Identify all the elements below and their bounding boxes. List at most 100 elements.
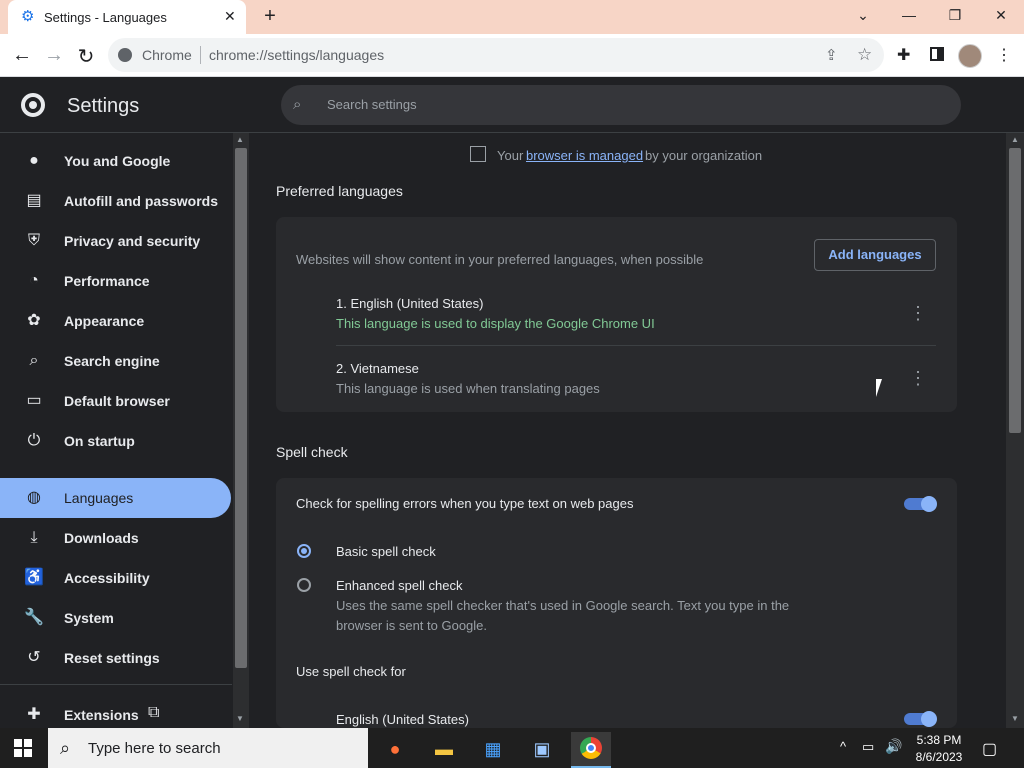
accessibility-icon: ♿	[24, 569, 44, 586]
wrench-icon: 🔧	[24, 609, 44, 626]
enhanced-spell-check-label: Enhanced spell check	[336, 578, 463, 593]
basic-spell-check-label: Basic spell check	[336, 544, 436, 559]
tab-close-icon[interactable]: ✕	[224, 8, 236, 25]
preferred-languages-description: Websites will show content in your prefe…	[296, 252, 704, 267]
language-note: This language is used when translating p…	[336, 381, 600, 396]
sidebar-item-label: Privacy and security	[64, 233, 201, 249]
add-languages-button[interactable]: Add languages	[814, 239, 936, 271]
mouse-cursor-icon	[876, 379, 888, 397]
person-icon: ●	[29, 152, 39, 169]
puzzle-icon: ✚	[27, 706, 41, 723]
bookmark-star-icon[interactable]: ☆	[857, 45, 872, 65]
browser-icon: ▭	[26, 392, 42, 409]
reload-button[interactable]: ↻	[74, 44, 98, 68]
scroll-up-arrow-icon[interactable]: ▲	[1011, 135, 1019, 144]
sidebar-item-label: System	[64, 610, 114, 626]
browser-managed-link[interactable]: browser is managed	[526, 148, 643, 163]
spell-check-toggle-label: Check for spelling errors when you type …	[296, 496, 634, 511]
restore-button[interactable]: ❐	[943, 5, 967, 25]
sidebar-item-label: On startup	[64, 433, 135, 449]
sidebar-item-label: Extensions	[64, 707, 139, 723]
enhanced-spell-check-description: Uses the same spell checker that's used …	[336, 598, 790, 613]
building-icon	[470, 146, 486, 162]
omnibox-separator	[200, 46, 201, 64]
back-button[interactable]: ←	[10, 44, 34, 68]
sidebar-item-label: Languages	[64, 490, 134, 506]
spell-check-language-label: English (United States)	[336, 712, 469, 727]
spell-check-language-toggle[interactable]	[904, 710, 938, 728]
use-spell-check-for-title: Use spell check for	[296, 664, 406, 679]
forward-button[interactable]: →	[42, 44, 66, 68]
microsoft-store-icon[interactable]: ▦	[473, 732, 513, 766]
sidebar-scroll-thumb[interactable]	[235, 148, 247, 668]
settings-gear-icon: ⚙	[21, 8, 35, 25]
chrome-logo-icon	[21, 93, 45, 117]
network-icon[interactable]: ▭	[862, 739, 874, 755]
globe-icon: ◍	[27, 489, 41, 506]
basic-spell-check-radio[interactable]	[297, 544, 311, 558]
new-tab-button[interactable]: +	[260, 6, 280, 26]
spell-check-toggle[interactable]	[904, 495, 938, 513]
scroll-down-arrow-icon[interactable]: ▼	[1011, 714, 1019, 723]
side-panel-icon[interactable]	[930, 47, 944, 61]
language-divider	[336, 345, 936, 346]
taskbar-search-icon: ⌕	[60, 738, 71, 758]
gauge-icon: ◔	[29, 272, 39, 289]
scroll-down-arrow-icon[interactable]: ▼	[236, 714, 244, 723]
extensions-puzzle-icon[interactable]: ✚	[897, 45, 910, 65]
sidebar-item-label: Reset settings	[64, 650, 160, 666]
palette-icon: ✿	[27, 312, 41, 329]
profile-avatar[interactable]	[958, 44, 982, 68]
sidebar-item-label: Autofill and passwords	[64, 193, 219, 209]
volume-icon[interactable]: 🔊	[885, 738, 902, 755]
power-icon: ⏻	[27, 432, 41, 449]
omnibox-url[interactable]: chrome://settings/languages	[209, 47, 384, 63]
language-name: 2. Vietnamese	[336, 361, 419, 376]
tab-search-icon[interactable]: ⌄	[851, 5, 875, 25]
settings-title: Settings	[67, 95, 140, 117]
minimize-button[interactable]: —	[897, 5, 921, 25]
tab-title: Settings - Languages	[44, 10, 167, 25]
sidebar-item-label: Default browser	[64, 393, 170, 409]
search-icon: ⌕	[293, 96, 302, 113]
enhanced-spell-check-radio[interactable]	[297, 578, 311, 592]
chrome-menu-icon[interactable]: ⋮	[996, 45, 1012, 65]
reset-icon: ↺	[27, 649, 41, 666]
managed-suffix: by your organization	[645, 148, 763, 163]
chrome-taskbar-icon[interactable]	[571, 732, 611, 768]
language-name: 1. English (United States)	[336, 296, 484, 311]
search-icon: ⌕	[29, 352, 39, 369]
language-more-menu-icon[interactable]: ⋮	[908, 303, 928, 323]
firefox-icon[interactable]: ●	[375, 732, 415, 766]
sidebar-item-label: Downloads	[64, 530, 139, 546]
enhanced-spell-check-description: browser is sent to Google.	[336, 618, 488, 633]
taskbar-search-placeholder: Type here to search	[88, 740, 221, 757]
external-link-icon: ⧉	[148, 704, 160, 721]
spell-check-title: Spell check	[276, 444, 348, 460]
show-hidden-icons-icon[interactable]: ^	[840, 739, 846, 754]
preferred-languages-title: Preferred languages	[276, 183, 403, 199]
main-scroll-thumb[interactable]	[1009, 148, 1021, 433]
download-icon: ⤓	[30, 529, 38, 546]
sidebar-item-label: Accessibility	[64, 570, 150, 586]
taskbar-time[interactable]: 5:38 PM	[905, 733, 973, 747]
share-icon[interactable]: ⇪	[825, 46, 838, 64]
file-explorer-icon[interactable]: ▬	[424, 732, 464, 766]
search-placeholder: Search settings	[327, 97, 417, 112]
notifications-icon[interactable]: ▢	[982, 739, 997, 759]
chrome-site-icon	[118, 48, 132, 62]
sidebar-item-label: Appearance	[64, 313, 145, 329]
language-note: This language is used to display the Goo…	[336, 316, 655, 331]
scroll-up-arrow-icon[interactable]: ▲	[236, 135, 244, 144]
language-more-menu-icon[interactable]: ⋮	[908, 368, 928, 388]
sidebar-item-label: Performance	[64, 273, 150, 289]
shield-icon: ⛨	[27, 232, 40, 249]
taskbar-date[interactable]: 8/6/2023	[905, 750, 973, 764]
sidebar-item-label: Search engine	[64, 353, 160, 369]
remote-desktop-icon[interactable]: ▣	[522, 732, 562, 766]
windows-start-icon[interactable]	[14, 739, 32, 757]
sidebar-item-label: You and Google	[64, 153, 171, 169]
sidebar-divider	[0, 684, 232, 685]
close-window-button[interactable]: ✕	[989, 5, 1013, 25]
omnibox-chrome-label: Chrome	[142, 47, 192, 63]
